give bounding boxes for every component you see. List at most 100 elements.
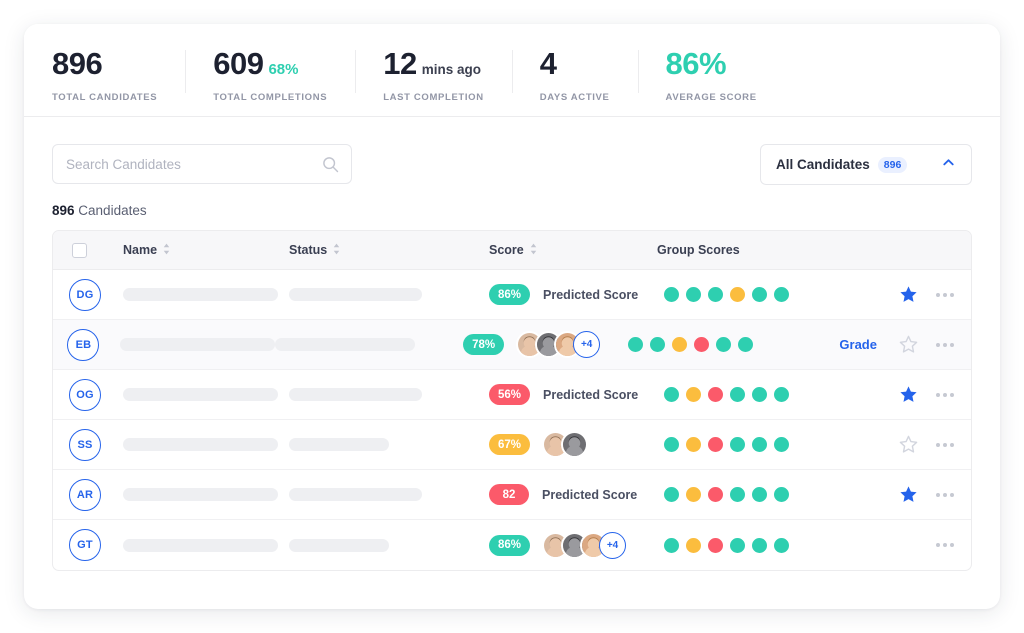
- chevron-up-icon[interactable]: [941, 155, 956, 175]
- avatar-overflow-badge[interactable]: +4: [599, 532, 626, 559]
- row-menu-icon[interactable]: [936, 293, 954, 297]
- avatar-initials[interactable]: AR: [69, 479, 101, 511]
- table-body: DG86%Predicted Score EB 78% +4 Grade OG56%Pre…: [53, 270, 971, 570]
- group-score-dot[interactable]: [708, 437, 723, 452]
- group-score-dot[interactable]: [730, 387, 745, 402]
- avatar-overflow-badge[interactable]: +4: [573, 331, 600, 358]
- group-score-dot[interactable]: [628, 337, 643, 352]
- table-row[interactable]: EB 78% +4 Grade: [53, 320, 971, 370]
- group-score-dot[interactable]: [752, 437, 767, 452]
- row-menu-icon[interactable]: [936, 493, 954, 497]
- status-placeholder-bar: [289, 488, 422, 501]
- stat-percent: 68%: [268, 62, 298, 77]
- group-score-dot[interactable]: [664, 437, 679, 452]
- group-score-dot[interactable]: [664, 387, 679, 402]
- row-name-cell: [103, 338, 275, 351]
- group-score-dots: [628, 337, 753, 352]
- table-row[interactable]: OG56%Predicted Score: [53, 370, 971, 420]
- group-score-dot[interactable]: [650, 337, 665, 352]
- star-outline-icon[interactable]: [899, 335, 918, 354]
- group-score-dots: [664, 437, 789, 452]
- group-score-dot[interactable]: [664, 487, 679, 502]
- star-outline-icon[interactable]: [899, 435, 918, 454]
- row-group-scores-cell: [657, 487, 889, 502]
- group-score-dot[interactable]: [686, 538, 701, 553]
- row-status-cell: [289, 388, 489, 401]
- group-score-dot[interactable]: [730, 487, 745, 502]
- header-cell-name[interactable]: Name: [106, 243, 289, 258]
- group-score-dot[interactable]: [730, 287, 745, 302]
- table-row[interactable]: GT 86% +4: [53, 520, 971, 570]
- group-score-dot[interactable]: [708, 487, 723, 502]
- name-placeholder-bar: [123, 488, 278, 501]
- row-actions-cell: [889, 485, 971, 504]
- header-cell-group-scores: Group Scores: [657, 243, 889, 257]
- search-box[interactable]: [52, 144, 352, 184]
- group-score-dot[interactable]: [774, 287, 789, 302]
- group-score-dot[interactable]: [686, 287, 701, 302]
- group-score-dot[interactable]: [694, 337, 709, 352]
- table-row[interactable]: DG86%Predicted Score: [53, 270, 971, 320]
- group-score-dot[interactable]: [708, 287, 723, 302]
- header-label-name: Name: [123, 243, 157, 257]
- group-score-dot[interactable]: [686, 437, 701, 452]
- group-score-dot[interactable]: [708, 387, 723, 402]
- all-candidates-dropdown[interactable]: All Candidates 896: [760, 144, 972, 185]
- search-input[interactable]: [53, 145, 351, 183]
- stat-2: 12mins agoLAST COMPLETION: [355, 48, 512, 103]
- group-score-dot[interactable]: [774, 387, 789, 402]
- avatar-initials[interactable]: SS: [69, 429, 101, 461]
- row-menu-icon[interactable]: [936, 343, 954, 347]
- star-filled-icon[interactable]: [899, 385, 918, 404]
- group-score-dot[interactable]: [730, 437, 745, 452]
- group-score-dot[interactable]: [738, 337, 753, 352]
- group-score-dot[interactable]: [774, 538, 789, 553]
- table-row[interactable]: AR 82Predicted Score: [53, 470, 971, 520]
- row-status-cell: [275, 338, 463, 351]
- avatar-initials[interactable]: EB: [67, 329, 99, 361]
- select-all-checkbox[interactable]: [72, 243, 87, 258]
- row-menu-icon[interactable]: [936, 393, 954, 397]
- star-filled-icon[interactable]: [899, 485, 918, 504]
- header-cell-status[interactable]: Status: [289, 243, 489, 258]
- group-score-dot[interactable]: [774, 487, 789, 502]
- group-score-dot[interactable]: [708, 538, 723, 553]
- group-score-dot[interactable]: [686, 487, 701, 502]
- score-pill: 86%: [489, 535, 530, 556]
- row-group-scores-cell: [657, 437, 889, 452]
- group-score-dot[interactable]: [664, 538, 679, 553]
- avatar[interactable]: [561, 431, 588, 458]
- header-cell-score[interactable]: Score: [489, 243, 657, 258]
- group-score-dot[interactable]: [664, 287, 679, 302]
- sort-icon-score[interactable]: [530, 243, 537, 258]
- table-row[interactable]: SS 67%: [53, 420, 971, 470]
- status-placeholder-bar: [289, 288, 422, 301]
- group-score-dot[interactable]: [752, 538, 767, 553]
- group-score-dot[interactable]: [752, 487, 767, 502]
- group-score-dot[interactable]: [752, 287, 767, 302]
- candidates-count-number: 896: [52, 203, 75, 218]
- status-placeholder-bar: [289, 539, 389, 552]
- avatar-initials[interactable]: OG: [69, 379, 101, 411]
- avatar-initials[interactable]: GT: [69, 529, 101, 561]
- row-menu-icon[interactable]: [936, 443, 954, 447]
- group-score-dot[interactable]: [774, 437, 789, 452]
- star-filled-icon[interactable]: [899, 285, 918, 304]
- status-placeholder-bar: [275, 338, 415, 351]
- sort-icon-status[interactable]: [333, 243, 340, 258]
- row-score-cell: 67%: [489, 431, 657, 458]
- sort-icon-name[interactable]: [163, 243, 170, 258]
- group-score-dot[interactable]: [730, 538, 745, 553]
- row-status-cell: [289, 488, 489, 501]
- grade-link[interactable]: Grade: [839, 337, 877, 352]
- score-pill: 78%: [463, 334, 504, 355]
- group-score-dot[interactable]: [686, 387, 701, 402]
- stat-label: DAYS ACTIVE: [540, 92, 610, 103]
- avatar-initials[interactable]: DG: [69, 279, 101, 311]
- stat-number: 4: [540, 48, 557, 79]
- group-score-dot[interactable]: [716, 337, 731, 352]
- row-menu-icon[interactable]: [936, 543, 954, 547]
- row-score-cell: 82Predicted Score: [489, 484, 657, 505]
- group-score-dot[interactable]: [672, 337, 687, 352]
- group-score-dot[interactable]: [752, 387, 767, 402]
